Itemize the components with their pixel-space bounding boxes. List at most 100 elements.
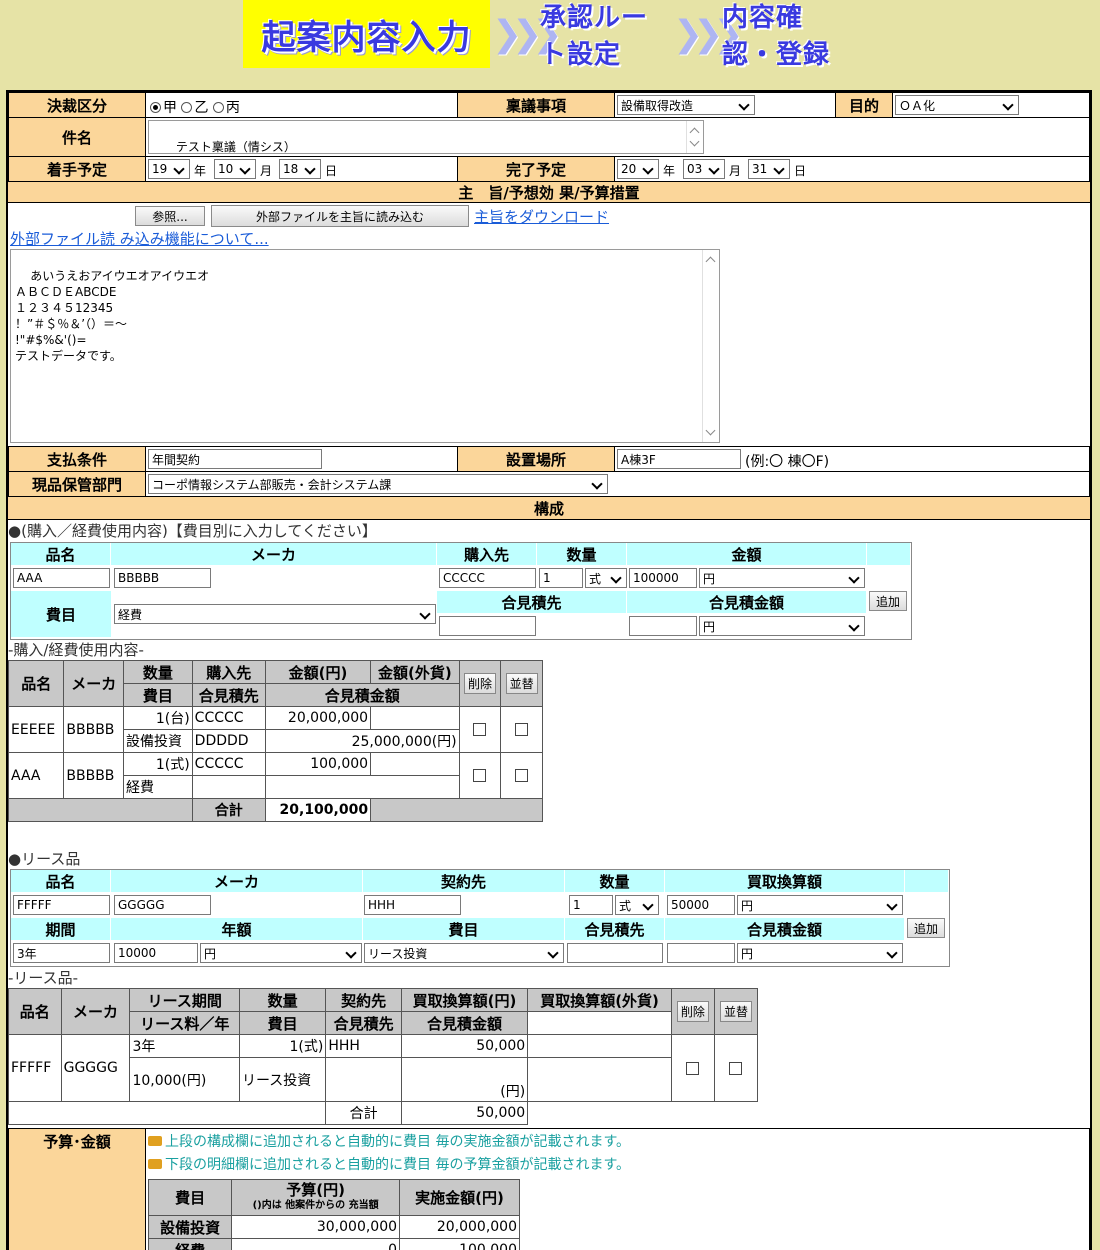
col-suryo: 数量 xyxy=(565,870,665,892)
unit-year: 年 xyxy=(194,164,207,178)
delete-checkbox[interactable] xyxy=(473,769,487,782)
radio-kou[interactable]: 甲 xyxy=(150,100,177,116)
currency-select-2[interactable]: 円 xyxy=(699,616,865,636)
purchase-section-title: ●(購入／経費使用内容)【費目別に入力してください】 xyxy=(8,522,377,540)
lease-maker-input[interactable]: GGGGG xyxy=(114,895,211,915)
lease-nengaku-currency[interactable]: 円 xyxy=(200,943,362,963)
unit-month: 月 xyxy=(260,164,273,178)
setchi-input[interactable]: A棟3F xyxy=(617,449,741,469)
aimitsu-kingaku-input[interactable] xyxy=(629,616,697,636)
lease-nengaku-input[interactable]: 10000 xyxy=(114,943,198,963)
step-current-input: 起案内容入力 xyxy=(243,0,490,68)
h-yosan: 予算(円) ()内は 他案件からの 充当額 xyxy=(231,1179,401,1216)
cell-hinmei: EEEEE xyxy=(7,706,65,753)
delete-button[interactable]: 削除 xyxy=(463,673,496,694)
cell-himoku: リース投資 xyxy=(238,1057,327,1102)
lease-currency-select[interactable]: 円 xyxy=(737,895,903,915)
col-konyu: 購入先 xyxy=(437,543,537,565)
delete-checkbox[interactable] xyxy=(473,723,487,736)
unit-select[interactable]: 式 xyxy=(585,568,627,588)
delete-button[interactable]: 削除 xyxy=(676,1001,709,1022)
shushi-band: 主 旨/予想効 果/予算措置 xyxy=(8,181,1090,203)
load-file-button[interactable]: 外部ファイルを主旨に読み込む xyxy=(211,205,469,227)
currency-select[interactable]: 円 xyxy=(699,568,865,588)
about-link[interactable]: 外部ファイル読 み込み機能について... xyxy=(10,228,269,249)
maker-input[interactable]: BBBBB xyxy=(114,568,211,588)
h-himoku: 費目 xyxy=(238,1011,327,1035)
kanryo-year-select[interactable]: 20 xyxy=(617,159,659,179)
himoku-select[interactable]: 経費 xyxy=(114,604,436,624)
table-row: 経費 0 100,000 xyxy=(147,1238,520,1250)
purchase-list-table: 品名 メーカ 数量 購入先 金額(円) 金額(外貨) 削除 並替 費目 合見積先… xyxy=(7,660,543,822)
sort-checkbox[interactable] xyxy=(515,769,529,782)
cell-hinmei: AAA xyxy=(7,752,65,799)
add-purchase-button[interactable]: 追加 xyxy=(869,591,907,611)
lease-unit-select[interactable]: 式 xyxy=(615,895,659,915)
shiharai-input[interactable]: 年間契約 xyxy=(148,449,322,469)
suryo-input[interactable]: 1 xyxy=(539,568,583,588)
scrollbar[interactable] xyxy=(702,250,719,442)
delete-checkbox[interactable] xyxy=(686,1061,700,1075)
sort-button[interactable]: 並替 xyxy=(719,1001,752,1022)
lease-keiyaku-input[interactable]: HHH xyxy=(364,895,461,915)
kingaku-input[interactable]: 100000 xyxy=(629,568,697,588)
ringi-select[interactable]: 設備取得改造 xyxy=(617,95,755,115)
cell-aimitsu-kingaku: (円) xyxy=(400,1057,529,1102)
col-kikan: 期間 xyxy=(11,918,111,940)
chakushu-day-select[interactable]: 18 xyxy=(279,159,321,179)
shushi-textarea[interactable]: あいうえおアイウエオアイウエオ ＡＢＣＤＥABCDE １２３４５12345 ！”… xyxy=(10,249,720,443)
kosei-band: 構成 xyxy=(8,496,1090,520)
sort-button[interactable]: 並替 xyxy=(505,673,538,694)
table-row: 設備投資 30,000,000 20,000,000 xyxy=(147,1215,520,1239)
purchase-list-title: -購入/経費使用内容- xyxy=(8,641,144,659)
cell-aimitsu xyxy=(191,775,266,799)
download-link[interactable]: 主旨をダウンロード xyxy=(474,206,609,227)
add-lease-button[interactable]: 追加 xyxy=(907,918,945,938)
cell-himoku: 経費 xyxy=(147,1238,233,1250)
col-suryo: 数量 xyxy=(537,543,627,565)
lease-currency-select-2[interactable]: 円 xyxy=(737,943,903,963)
radio-hei[interactable]: 丙 xyxy=(212,100,240,116)
lease-aimitsu-kingaku-input[interactable] xyxy=(667,943,735,963)
chakushu-month-select[interactable]: 10 xyxy=(214,159,256,179)
lease-hinmei-input[interactable]: FFFFF xyxy=(13,895,110,915)
mokuteki-select[interactable]: ＯＡ化 xyxy=(895,95,1019,115)
h-kikan: リース期間 xyxy=(129,988,240,1012)
kanryo-day-select[interactable]: 31 xyxy=(748,159,790,179)
radio-otsu[interactable]: 乙 xyxy=(181,100,208,116)
lease-list-title: -リース品- xyxy=(8,969,79,987)
lease-entry-table: 品名 メーカ 契約先 数量 買取換算額 FFFFF GGGGG HHH 1 式 … xyxy=(10,869,950,967)
browse-button[interactable]: 参照... xyxy=(135,206,205,226)
table-row: EEEEE BBBBB 1(台) CCCCC 20,000,000 xyxy=(7,706,543,753)
col-aimitsu-kingaku: 合見積金額 xyxy=(627,591,867,613)
col-blank xyxy=(867,543,911,565)
genpin-select[interactable]: コーポ情報システム部販売・会計システム課 xyxy=(148,474,608,494)
sort-checkbox[interactable] xyxy=(729,1061,743,1075)
purchase-entry-table: 品名 メーカ 購入先 数量 金額 AAA BBBBB CCCCC 1 式 100… xyxy=(10,542,912,640)
himoku-label: 費目 xyxy=(11,591,111,637)
chakushu-year-select[interactable]: 19 xyxy=(148,159,190,179)
yosan-label: 予算･金額 xyxy=(8,1128,146,1250)
col-aimitsu: 合見積先 xyxy=(437,591,627,613)
col-maker: メーカ xyxy=(111,870,363,892)
sort-checkbox[interactable] xyxy=(515,723,529,736)
konyu-input[interactable]: CCCCC xyxy=(439,568,536,588)
lease-kikan-input[interactable]: 3年 xyxy=(13,943,110,963)
scrollbar[interactable] xyxy=(686,121,703,153)
h-himoku: 費目 xyxy=(147,1179,233,1216)
lease-himoku-select[interactable]: リース投資 xyxy=(364,943,564,963)
lease-kaitori-input[interactable]: 50000 xyxy=(667,895,735,915)
genpin-label: 現品保管部門 xyxy=(8,471,146,497)
kenmei-textarea[interactable]: テスト稟議（情シス） xyxy=(148,120,704,154)
shiharai-cell: 年間契約 xyxy=(145,446,458,472)
h-himoku: 費目 xyxy=(123,683,193,707)
lease-suryo-input[interactable]: 1 xyxy=(569,895,613,915)
cell-jisshi: 100,000 xyxy=(399,1238,520,1250)
cell-suryo: 1(式) xyxy=(238,1034,327,1058)
kanryo-month-select[interactable]: 03 xyxy=(683,159,725,179)
pointing-hand-icon xyxy=(148,1136,162,1146)
genpin-cell: コーポ情報システム部販売・会計システム課 xyxy=(145,471,1090,497)
lease-aimitsu-input[interactable] xyxy=(567,943,663,963)
aimitsu-input[interactable] xyxy=(439,616,536,636)
hinmei-input[interactable]: AAA xyxy=(13,568,110,588)
